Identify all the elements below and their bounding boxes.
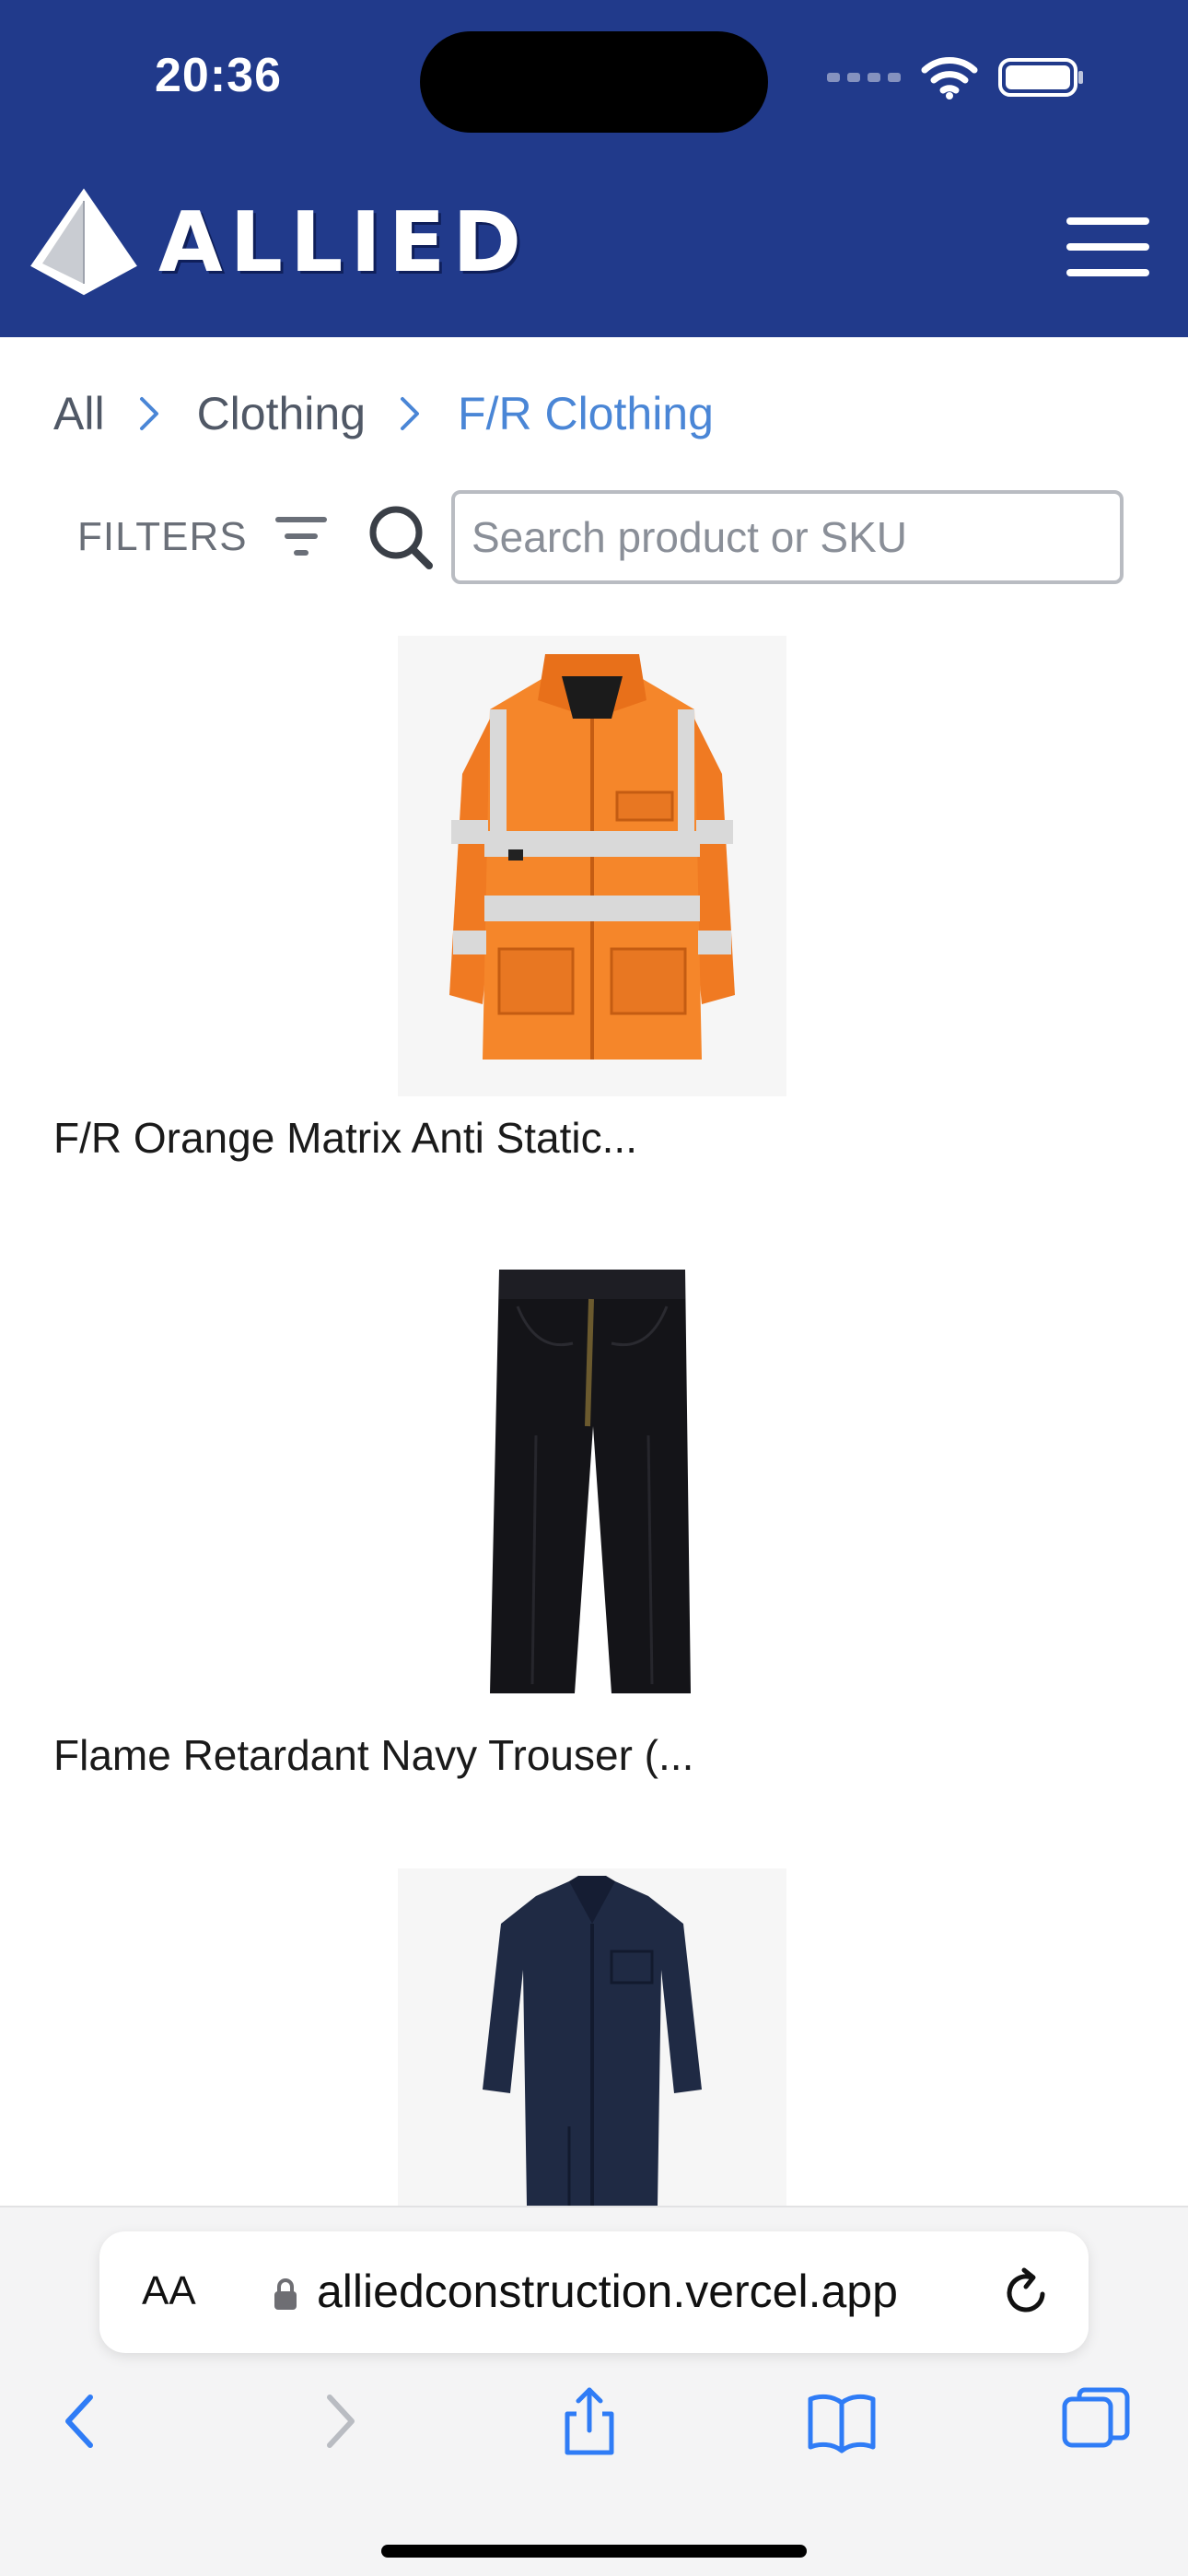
wifi-icon	[921, 57, 978, 100]
search-icon[interactable]	[367, 503, 435, 571]
brand-name: ALLIED	[158, 193, 530, 291]
breadcrumb-all[interactable]: All	[53, 387, 105, 440]
navy-trousers-image	[398, 1251, 786, 1712]
filters-label: FILTERS	[77, 514, 248, 559]
forward-icon[interactable]	[304, 2386, 374, 2456]
product-card[interactable]: Flame Retardant Navy Trouser (...	[0, 1251, 1188, 1786]
breadcrumb-clothing[interactable]: Clothing	[197, 387, 366, 440]
product-image	[398, 1251, 786, 1712]
url-text[interactable]: alliedconstruction.vercel.app	[317, 2265, 898, 2318]
dynamic-island	[420, 31, 768, 133]
share-icon[interactable]	[554, 2386, 624, 2456]
browser-toolbar: AA alliedconstruction.vercel.app	[0, 2206, 1188, 2576]
battery-icon	[998, 58, 1083, 97]
site-header: 20:36 ALLIED	[0, 0, 1188, 337]
product-name[interactable]: Flame Retardant Navy Trouser (...	[53, 1730, 693, 1780]
product-card[interactable]: F/R Orange Matrix Anti Static...	[0, 636, 1188, 1188]
allied-logo[interactable]: ALLIED	[29, 188, 529, 297]
product-image	[398, 636, 786, 1096]
address-bar[interactable]: AA alliedconstruction.vercel.app	[99, 2231, 1089, 2353]
status-time: 20:36	[155, 49, 282, 102]
menu-button[interactable]	[1066, 217, 1149, 276]
breadcrumb: All Clothing F/R Clothing	[53, 387, 714, 440]
home-indicator	[381, 2545, 807, 2558]
bookmarks-icon[interactable]	[807, 2386, 877, 2456]
hamburger-menu-icon	[1066, 217, 1149, 225]
search-input[interactable]	[451, 490, 1124, 584]
product-image	[398, 1868, 786, 2206]
cellular-signal-icon	[827, 73, 901, 82]
lock-icon	[274, 2278, 297, 2310]
breadcrumb-current: F/R Clothing	[458, 388, 714, 439]
pyramid-logo-icon	[30, 188, 137, 296]
status-icons	[827, 55, 1085, 100]
text-size-button[interactable]: AA	[142, 2268, 196, 2314]
back-icon[interactable]	[46, 2386, 116, 2456]
chevron-right-icon	[399, 395, 421, 432]
product-toolbar: FILTERS	[77, 488, 1124, 586]
filters-button[interactable]: FILTERS	[77, 488, 329, 586]
chevron-right-icon	[138, 395, 160, 432]
browser-nav-row	[0, 2373, 1188, 2465]
filter-icon	[274, 517, 327, 556]
navy-coverall-image	[398, 1868, 786, 2206]
tabs-icon[interactable]	[1061, 2386, 1131, 2456]
product-name[interactable]: F/R Orange Matrix Anti Static...	[53, 1113, 637, 1163]
product-card[interactable]	[0, 1868, 1188, 2206]
orange-jacket-image	[398, 636, 786, 1096]
reload-icon[interactable]	[1000, 2266, 1054, 2320]
